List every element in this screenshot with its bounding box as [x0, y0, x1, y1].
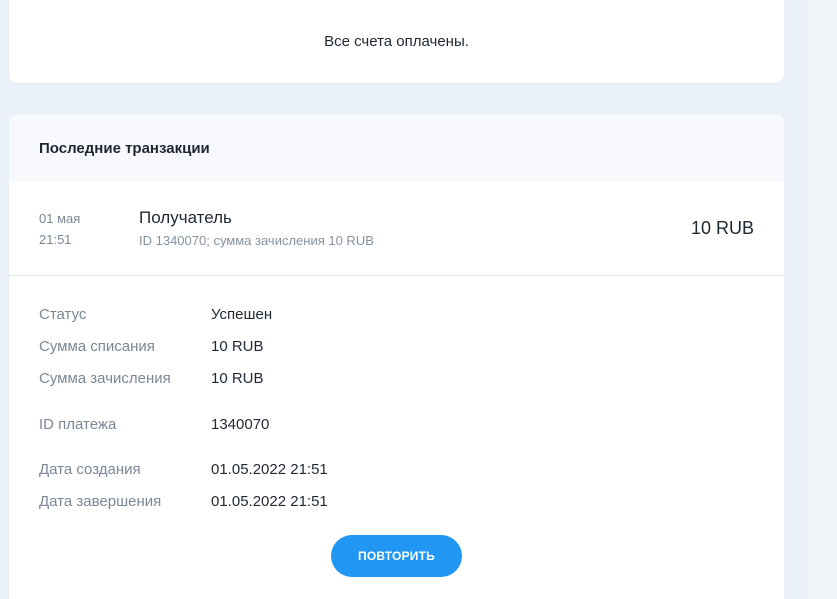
right-gutter [808, 0, 837, 599]
transaction-amount: 10 RUB [690, 218, 754, 238]
completed-date-value: 01.05.2022 21:51 [211, 493, 328, 510]
transaction-recipient: Получатель [139, 208, 232, 227]
payment-id-label: ID платежа [39, 416, 117, 433]
transaction-time: 21:51 [39, 232, 72, 247]
created-date-label: Дата создания [39, 461, 141, 478]
payment-id-value: 1340070 [211, 416, 270, 433]
credit-amount-label: Сумма зачисления [39, 370, 171, 387]
debit-amount-value: 10 RUB [211, 338, 264, 355]
transaction-date: 01 мая [39, 211, 81, 226]
debit-amount-label: Сумма списания [39, 338, 155, 355]
credit-amount-value: 10 RUB [211, 370, 264, 387]
transactions-card: Последние транзакции 01 мая 21:51 Получа… [9, 114, 784, 599]
transaction-row[interactable]: 01 мая 21:51 Получатель ID 1340070; сумм… [9, 182, 784, 276]
status-value: Успешен [211, 306, 273, 323]
transaction-datetime: 01 мая 21:51 [39, 208, 80, 250]
transaction-subtitle: ID 1340070; сумма зачисления 10 RUB [139, 233, 374, 248]
status-label: Статус [39, 306, 87, 323]
paid-notice-message: Все счета оплачены. [324, 33, 469, 50]
paid-notice-card: Все счета оплачены. [9, 0, 784, 83]
transactions-header: Последние транзакции [9, 114, 784, 182]
page: Все счета оплачены. Последние транзакции… [0, 0, 837, 599]
repeat-button[interactable]: ПОВТОРИТЬ [331, 535, 462, 577]
created-date-value: 01.05.2022 21:51 [211, 461, 328, 478]
completed-date-label: Дата завершения [39, 493, 162, 510]
transactions-title: Последние транзакции [39, 140, 210, 157]
